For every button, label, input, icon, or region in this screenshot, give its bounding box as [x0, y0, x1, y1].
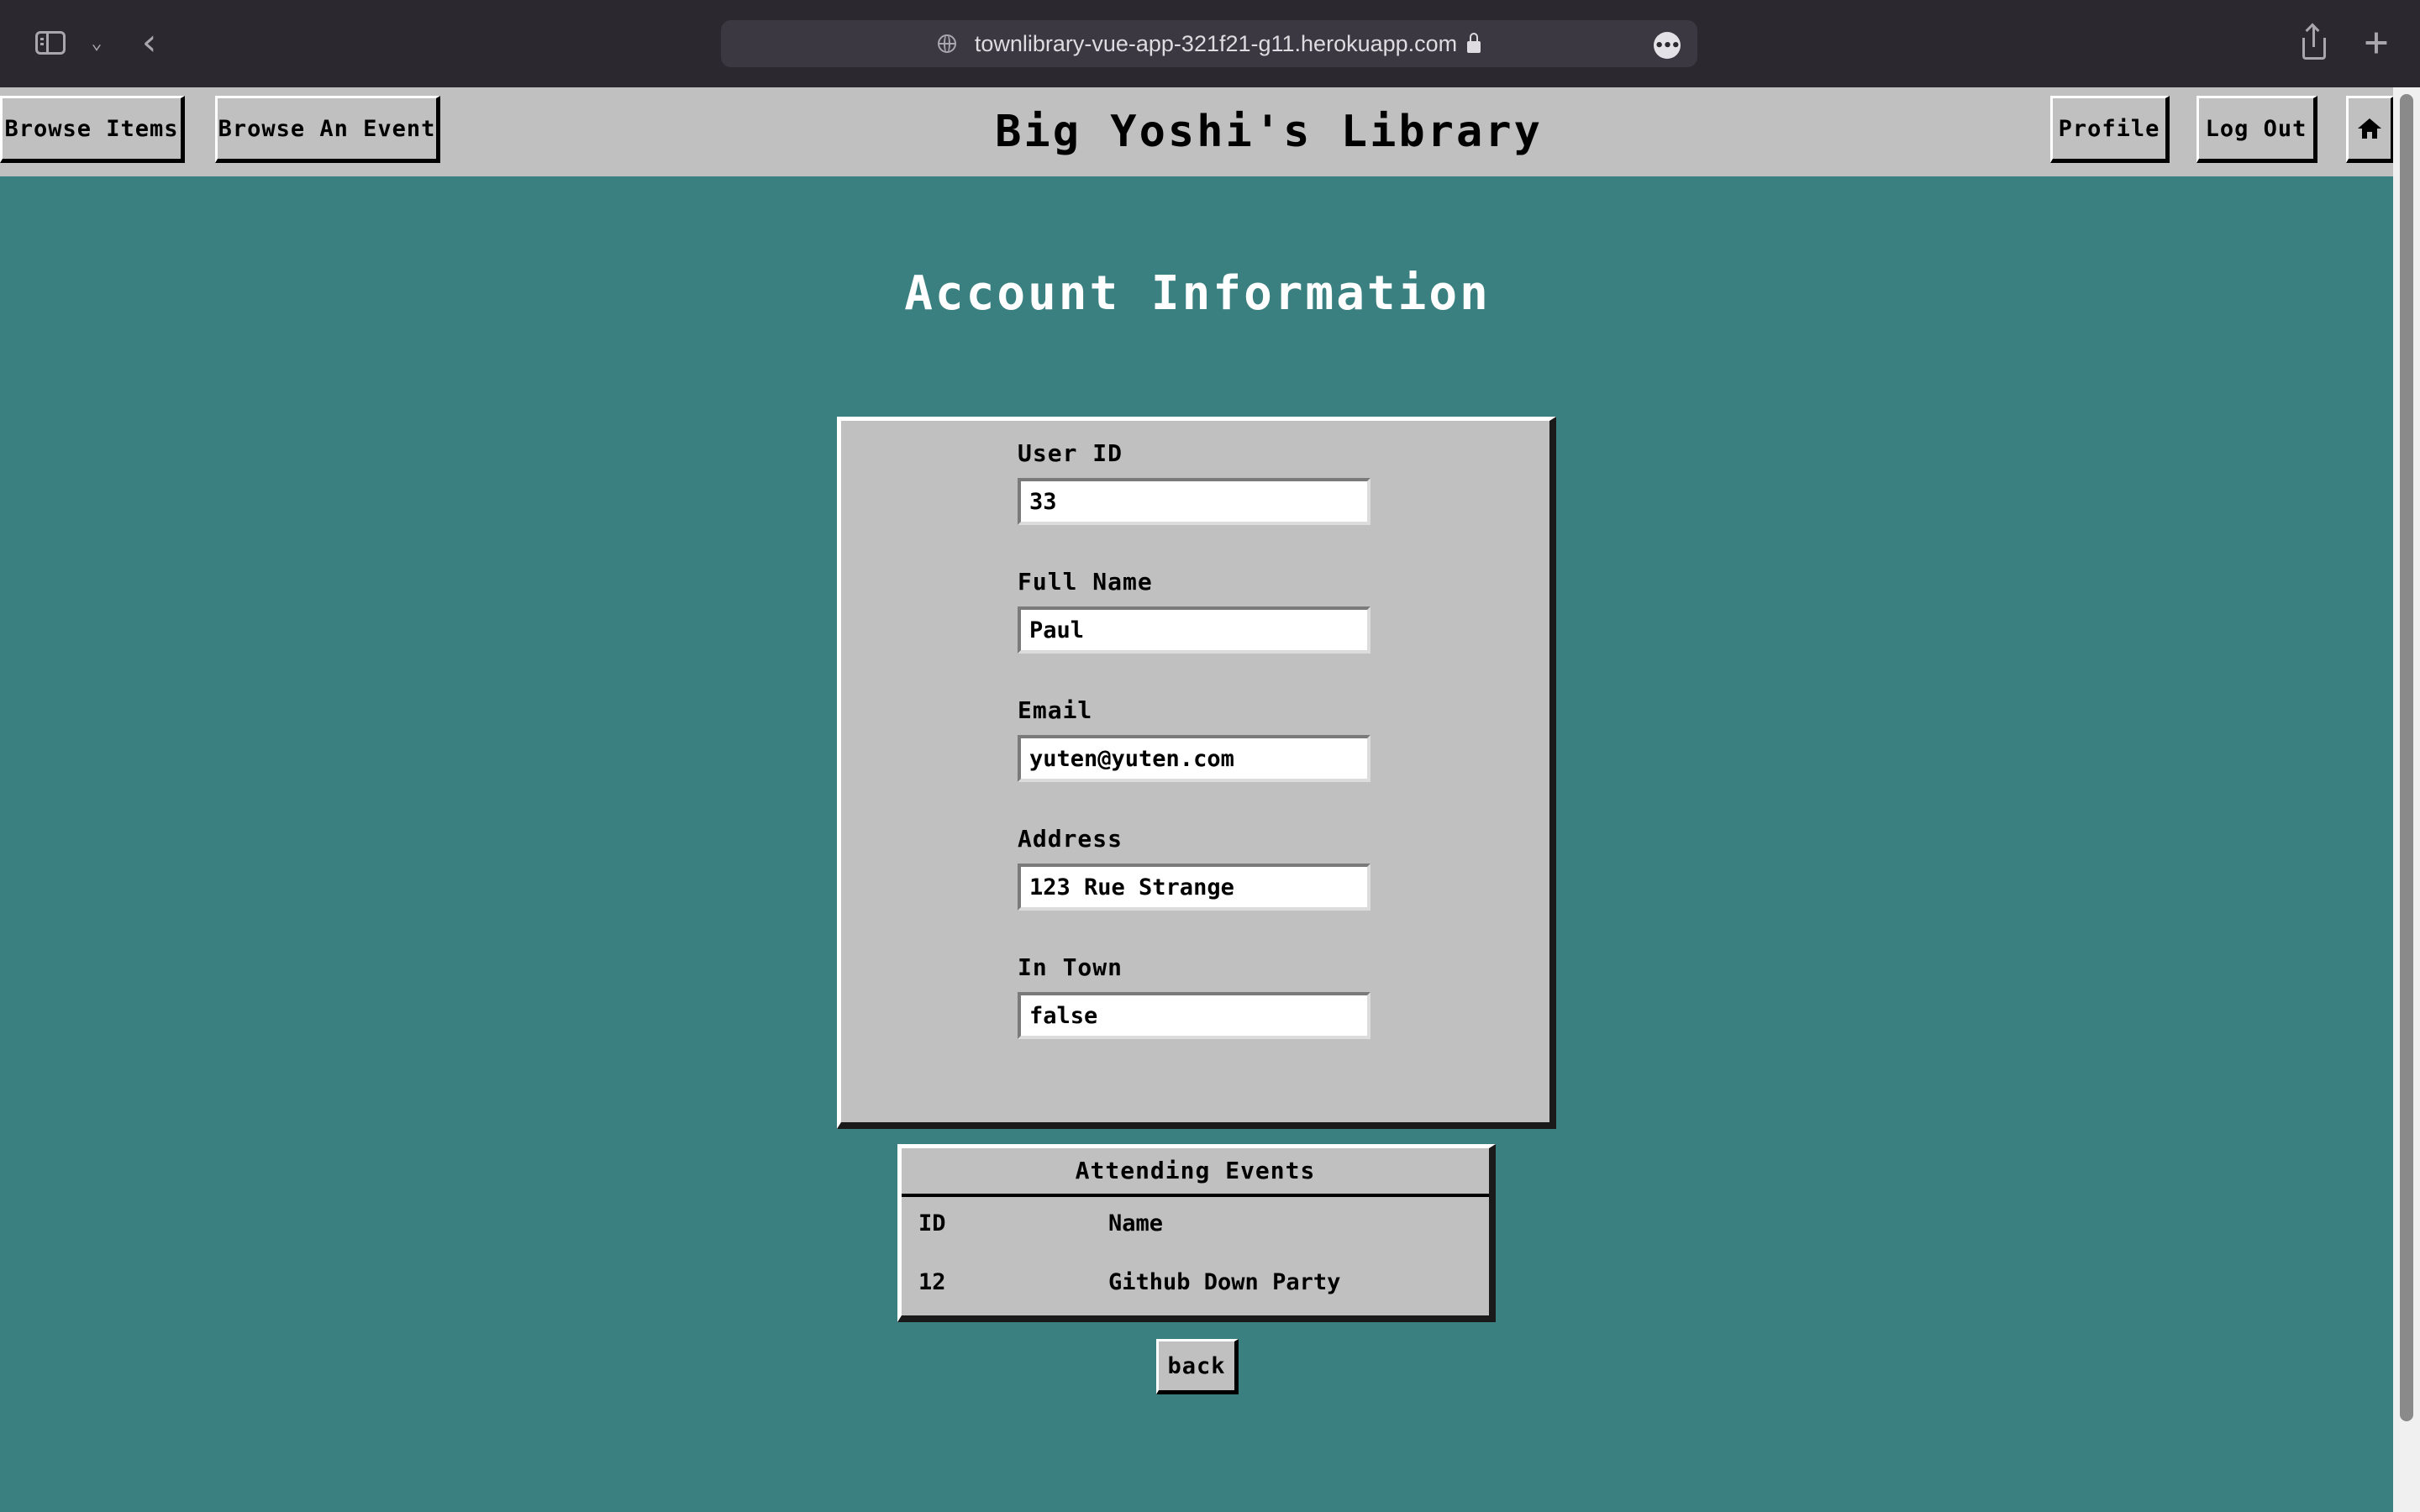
back-icon[interactable]: ‹ [134, 21, 165, 64]
account-info-panel: User ID Full Name Email Address In Town [837, 417, 1556, 1129]
address-field[interactable] [1018, 864, 1370, 911]
profile-button[interactable]: Profile [2050, 96, 2170, 163]
user-id-field[interactable] [1018, 478, 1370, 525]
lock-icon [1467, 33, 1481, 53]
in-town-label: In Town [1018, 953, 1123, 981]
back-button[interactable]: back [1156, 1339, 1239, 1394]
top-nav: Browse Items Browse An Event Big Yoshi's… [0, 87, 2395, 176]
site-title: Big Yoshi's Library [995, 107, 1543, 157]
browse-items-button[interactable]: Browse Items [0, 96, 185, 163]
url-text: townlibrary-vue-app-321f21-g11.herokuapp… [974, 30, 1458, 56]
column-header-id: ID [918, 1210, 946, 1236]
share-icon[interactable] [2299, 24, 2329, 60]
attending-events-table: Attending Events ID Name 12 Github Down … [897, 1144, 1496, 1322]
logout-button[interactable]: Log Out [2196, 96, 2317, 163]
user-id-label: User ID [1018, 439, 1123, 467]
plus-icon[interactable]: + [2360, 18, 2393, 66]
home-icon [2358, 118, 2381, 139]
in-town-field[interactable] [1018, 992, 1370, 1039]
events-table-title: Attending Events [902, 1148, 1489, 1197]
more-icon[interactable]: ••• [1654, 32, 1681, 59]
full-name-label: Full Name [1018, 568, 1153, 596]
sidebar-icon[interactable] [34, 29, 67, 57]
column-header-name: Name [1108, 1210, 1164, 1236]
globe-icon [937, 34, 956, 53]
address-label: Address [1018, 825, 1123, 853]
home-button[interactable] [2346, 96, 2395, 163]
email-label: Email [1018, 696, 1093, 724]
browser-toolbar: ⌄ ‹ townlibrary-vue-app-321f21-g11.herok… [0, 0, 2420, 87]
address-bar[interactable]: townlibrary-vue-app-321f21-g11.herokuapp… [721, 20, 1697, 67]
event-id-cell: 12 [918, 1269, 946, 1295]
browse-event-button[interactable]: Browse An Event [215, 96, 440, 163]
email-field[interactable] [1018, 735, 1370, 782]
chevron-down-icon[interactable]: ⌄ [84, 30, 109, 55]
event-name-cell: Github Down Party [1108, 1269, 1341, 1295]
full-name-field[interactable] [1018, 606, 1370, 654]
page-title: Account Information [904, 266, 1491, 321]
table-row[interactable]: 12 Github Down Party [902, 1257, 1489, 1308]
scrollbar-thumb[interactable] [2400, 94, 2413, 1421]
page-scrollbar[interactable] [2393, 87, 2420, 1512]
table-header: ID Name [902, 1199, 1489, 1249]
